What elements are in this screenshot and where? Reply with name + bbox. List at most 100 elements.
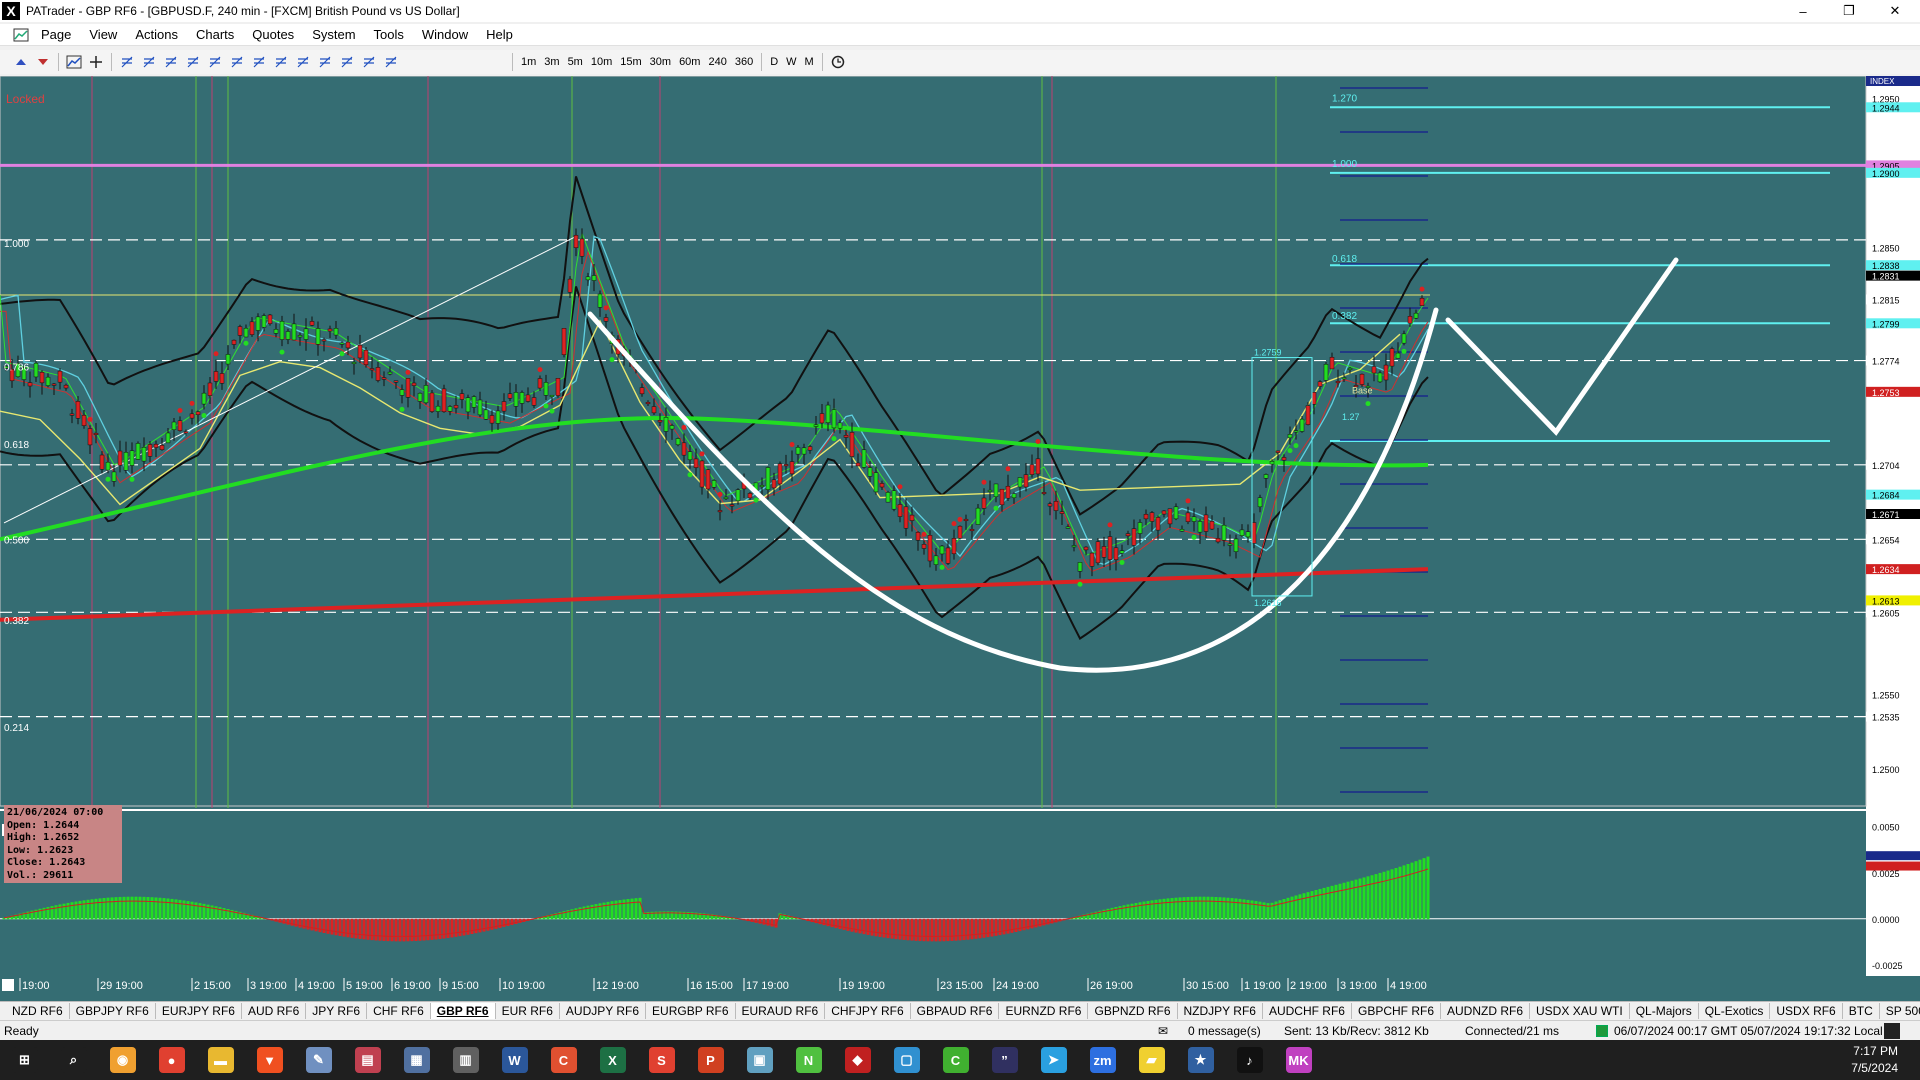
capcut-icon[interactable]: C bbox=[931, 1040, 980, 1080]
timeframe-15m[interactable]: 15m bbox=[616, 52, 645, 72]
tab-gbpchf-rf6[interactable]: GBPCHF RF6 bbox=[1352, 1002, 1441, 1019]
cursor-icon[interactable] bbox=[116, 52, 138, 72]
chart-app-icon[interactable]: ▥ bbox=[441, 1040, 490, 1080]
fib-retracement-icon[interactable] bbox=[226, 52, 248, 72]
period-D[interactable]: D bbox=[766, 52, 782, 72]
chart-type-icon[interactable] bbox=[63, 52, 85, 72]
price-tag-label: 1.2831 bbox=[1872, 272, 1900, 282]
outlook-app-icon[interactable]: ◉ bbox=[98, 1040, 147, 1080]
tab-btc[interactable]: BTC bbox=[1843, 1002, 1880, 1019]
tab-audnzd-rf6[interactable]: AUDNZD RF6 bbox=[1441, 1002, 1531, 1019]
tiktok-icon[interactable]: ♪ bbox=[1225, 1040, 1274, 1080]
tab-eurjpy-rf6[interactable]: EURJPY RF6 bbox=[156, 1002, 242, 1019]
price-chart[interactable]: 1.2759 1.2616 Base 1.27 1.000 0.786 0.618 0.500… bbox=[0, 76, 1920, 1001]
tab-nzd-rf6[interactable]: NZD RF6 bbox=[6, 1002, 70, 1019]
tab-eur-rf6[interactable]: EUR RF6 bbox=[496, 1002, 560, 1019]
app-c-icon[interactable]: C bbox=[539, 1040, 588, 1080]
sticky-notes-icon[interactable]: ▰ bbox=[1127, 1040, 1176, 1080]
app-star-icon[interactable]: ★ bbox=[1176, 1040, 1225, 1080]
fib-fan-icon[interactable] bbox=[204, 52, 226, 72]
tab-audchf-rf6[interactable]: AUDCHF RF6 bbox=[1263, 1002, 1352, 1019]
tab-aud-rf6[interactable]: AUD RF6 bbox=[242, 1002, 307, 1019]
sell-icon[interactable] bbox=[32, 52, 54, 72]
menu-charts[interactable]: Charts bbox=[187, 27, 243, 42]
menu-tools[interactable]: Tools bbox=[365, 27, 413, 42]
powerpoint-icon[interactable]: P bbox=[686, 1040, 735, 1080]
tab-usdx-xau-wti[interactable]: USDX XAU WTI bbox=[1530, 1002, 1630, 1019]
tab-ql-majors[interactable]: QL-Majors bbox=[1630, 1002, 1699, 1019]
chart-area[interactable]: 1.2759 1.2616 Base 1.27 1.000 0.786 0.618 0.500… bbox=[0, 76, 1920, 1001]
tab-eurnzd-rf6[interactable]: EURNZD RF6 bbox=[999, 1002, 1089, 1019]
chart-menu-icon[interactable] bbox=[10, 26, 32, 44]
tab-usdx-rf6[interactable]: USDX RF6 bbox=[1770, 1002, 1843, 1019]
pitchfork-icon[interactable] bbox=[314, 52, 336, 72]
app-n-icon[interactable]: N bbox=[784, 1040, 833, 1080]
minimize-button[interactable]: – bbox=[1780, 0, 1826, 22]
app-sheet-icon[interactable]: ▣ bbox=[735, 1040, 784, 1080]
timeframe-30m[interactable]: 30m bbox=[646, 52, 675, 72]
candle-body bbox=[465, 397, 471, 413]
menu-help[interactable]: Help bbox=[477, 27, 522, 42]
clock-icon[interactable] bbox=[827, 52, 849, 72]
regression-tool-icon[interactable] bbox=[358, 52, 380, 72]
tab-chfjpy-rf6[interactable]: CHFJPY RF6 bbox=[825, 1002, 911, 1019]
tab-euraud-rf6[interactable]: EURAUD RF6 bbox=[736, 1002, 826, 1019]
channel-icon[interactable] bbox=[160, 52, 182, 72]
tab-eurgbp-rf6[interactable]: EURGBP RF6 bbox=[646, 1002, 736, 1019]
text-tool-icon[interactable] bbox=[292, 52, 314, 72]
timeframe-1m[interactable]: 1m bbox=[517, 52, 540, 72]
pencil-tool-icon[interactable] bbox=[380, 52, 402, 72]
chrome-icon[interactable]: ● bbox=[147, 1040, 196, 1080]
timeframe-240[interactable]: 240 bbox=[704, 52, 730, 72]
tab-chf-rf6[interactable]: CHF RF6 bbox=[367, 1002, 431, 1019]
maximize-button[interactable]: ❐ bbox=[1826, 0, 1872, 22]
calculator-icon[interactable]: ▦ bbox=[392, 1040, 441, 1080]
menu-page[interactable]: Page bbox=[32, 27, 80, 42]
trend-line-icon[interactable] bbox=[182, 52, 204, 72]
tab-gbp-rf6[interactable]: GBP RF6 bbox=[430, 1002, 496, 1019]
app-red-icon[interactable]: ◆ bbox=[833, 1040, 882, 1080]
tab-nzdjpy-rf6[interactable]: NZDJPY RF6 bbox=[1178, 1002, 1263, 1019]
tab-gbpnzd-rf6[interactable]: GBPNZD RF6 bbox=[1088, 1002, 1178, 1019]
app-mk-icon[interactable]: MK bbox=[1274, 1040, 1323, 1080]
tab-sp-500[interactable]: SP 500 bbox=[1880, 1003, 1920, 1019]
app-s-icon[interactable]: S bbox=[637, 1040, 686, 1080]
taskbar-clock[interactable]: 7:17 PM 7/5/2024 bbox=[1851, 1043, 1898, 1077]
crosshair-icon[interactable] bbox=[85, 52, 107, 72]
timeframe-3m[interactable]: 3m bbox=[540, 52, 563, 72]
menu-view[interactable]: View bbox=[80, 27, 126, 42]
timeframe-5m[interactable]: 5m bbox=[564, 52, 587, 72]
menu-quotes[interactable]: Quotes bbox=[243, 27, 303, 42]
app-pen-icon[interactable]: ✎ bbox=[294, 1040, 343, 1080]
fib-extension-icon[interactable] bbox=[248, 52, 270, 72]
search-icon[interactable]: ⌕ bbox=[49, 1040, 98, 1080]
tab-jpy-rf6[interactable]: JPY RF6 bbox=[306, 1002, 368, 1019]
tab-gbpaud-rf6[interactable]: GBPAUD RF6 bbox=[911, 1002, 1000, 1019]
word-icon[interactable]: W bbox=[490, 1040, 539, 1080]
period-W[interactable]: W bbox=[782, 52, 800, 72]
zoom-icon[interactable]: zm bbox=[1078, 1040, 1127, 1080]
period-M[interactable]: M bbox=[801, 52, 818, 72]
horizontal-line-icon[interactable] bbox=[138, 52, 160, 72]
menu-system[interactable]: System bbox=[303, 27, 364, 42]
menu-actions[interactable]: Actions bbox=[126, 27, 187, 42]
menu-window[interactable]: Window bbox=[413, 27, 477, 42]
app-quote-icon[interactable]: ” bbox=[980, 1040, 1029, 1080]
windows-start-icon[interactable]: ⊞ bbox=[0, 1040, 49, 1080]
timeframe-60m[interactable]: 60m bbox=[675, 52, 704, 72]
telegram-icon[interactable]: ➤ bbox=[1029, 1040, 1078, 1080]
cycle-lines-icon[interactable] bbox=[270, 52, 292, 72]
app-window-icon[interactable]: ▢ bbox=[882, 1040, 931, 1080]
tab-ql-exotics[interactable]: QL-Exotics bbox=[1699, 1002, 1771, 1019]
excel-icon[interactable]: X bbox=[588, 1040, 637, 1080]
timeframe-10m[interactable]: 10m bbox=[587, 52, 616, 72]
brave-icon[interactable]: ▼ bbox=[245, 1040, 294, 1080]
gann-tool-icon[interactable] bbox=[336, 52, 358, 72]
tab-audjpy-rf6[interactable]: AUDJPY RF6 bbox=[560, 1002, 647, 1019]
buy-icon[interactable] bbox=[10, 52, 32, 72]
tab-gbpjpy-rf6[interactable]: GBPJPY RF6 bbox=[70, 1002, 156, 1019]
timeframe-360[interactable]: 360 bbox=[731, 52, 757, 72]
close-button[interactable]: ✕ bbox=[1872, 0, 1918, 22]
file-explorer-icon[interactable]: ▬ bbox=[196, 1040, 245, 1080]
patrader-icon[interactable]: ▤ bbox=[343, 1040, 392, 1080]
